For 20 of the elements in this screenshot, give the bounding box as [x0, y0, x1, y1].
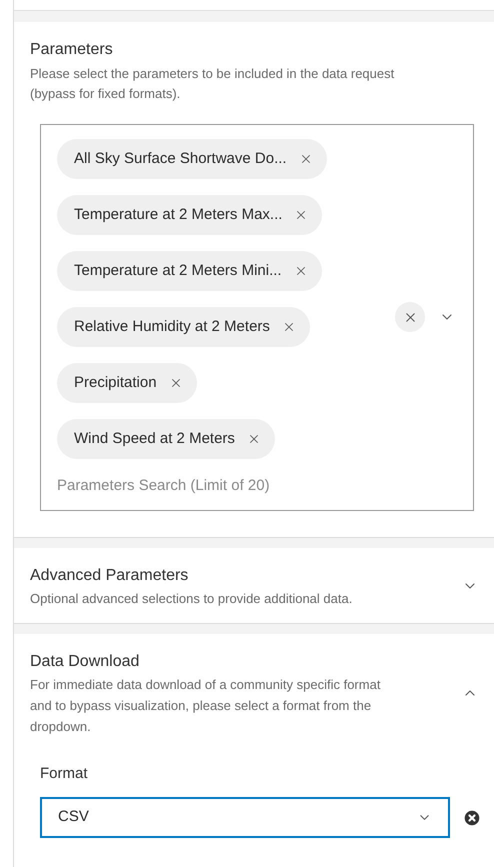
parameters-select[interactable]: All Sky Surface Shortwave Do... Temperature at 2 Meters Max... Temperature at 2 Meters Mini... Relative Humidity at 2 Meters Precipitation Wind Speed at 2 Meters Parameters Search (Limit of 20)	[40, 124, 474, 510]
clear-all-button[interactable]	[395, 302, 425, 332]
section-description: Optional advanced selections to provide additional data.	[30, 590, 354, 608]
field-label: Format	[40, 764, 89, 784]
parameter-chip[interactable]: Wind Speed at 2 Meters	[57, 419, 275, 459]
parameter-chip[interactable]: Temperature at 2 Meters Mini...	[57, 251, 322, 291]
parameter-chip[interactable]: Relative Humidity at 2 Meters	[57, 307, 310, 347]
accordion-header[interactable]: Data Download For immediate data download of a community specific format and to bypass visualization, please select a format from the dropdown.	[30, 650, 482, 736]
format-dropdown[interactable]: CSV	[40, 797, 450, 838]
parameter-chip[interactable]: All Sky Surface Shortwave Do...	[57, 139, 327, 179]
section-title: Advanced Parameters	[30, 566, 190, 586]
search-field[interactable]: Parameters Search (Limit of 20)	[57, 475, 307, 498]
clear-icon[interactable]	[462, 808, 482, 828]
section-description: For immediate data download of a community specific format and to bypass visualization, please select a format from the dropdown.	[30, 676, 382, 736]
section-title: Data Download	[30, 652, 140, 672]
accordion-header[interactable]: Advanced Parameters Optional advanced selections to provide additional data.	[30, 564, 482, 608]
section-title: Parameters	[30, 40, 114, 60]
parameter-chip[interactable]: Precipitation	[57, 363, 197, 403]
parameter-chip[interactable]: Temperature at 2 Meters Max...	[57, 195, 322, 235]
section-description: Please select the parameters to be included in the data request (bypass for fixed formats).	[30, 65, 396, 103]
